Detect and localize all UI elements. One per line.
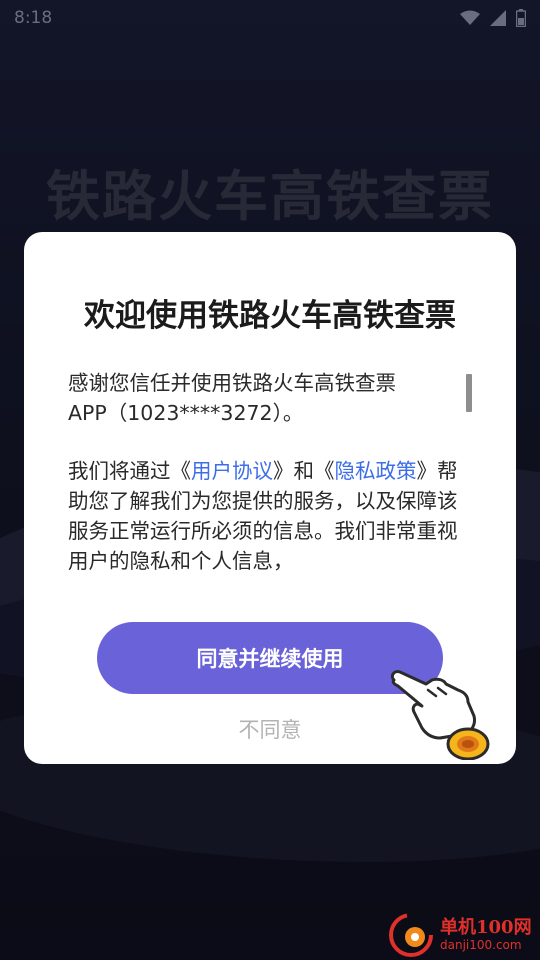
pointing-hand-icon [390, 670, 490, 760]
privacy-dialog: 欢迎使用铁路火车高铁查票 感谢您信任并使用铁路火车高铁查票 APP（1023**… [24, 232, 516, 764]
status-time: 8:18 [14, 8, 53, 28]
intro-paragraph: 感谢您信任并使用铁路火车高铁查票 APP（1023****3272）。 [68, 368, 460, 428]
policy-text-prefix: 我们将通过《 [68, 459, 191, 483]
watermark-logo-icon [389, 913, 433, 957]
watermark-title: 单机100网 [440, 917, 532, 938]
intro-line-2: APP（1023****3272）。 [68, 401, 304, 425]
policy-text-mid: 》和《 [273, 459, 335, 483]
watermark-url: danji100.com [440, 938, 522, 952]
dialog-title: 欢迎使用铁路火车高铁查票 [84, 298, 456, 334]
dialog-body[interactable]: 感谢您信任并使用铁路火车高铁查票 APP（1023****3272）。 我们将通… [68, 368, 460, 580]
privacy-policy-link[interactable]: 隐私政策 [335, 459, 417, 483]
battery-icon [516, 9, 526, 27]
scrollbar[interactable] [466, 374, 472, 412]
wifi-icon [460, 10, 480, 25]
site-watermark: 单机100网 danji100.com [388, 912, 538, 958]
signal-icon [490, 10, 506, 26]
status-bar: 8:18 [0, 0, 540, 36]
status-icons [460, 9, 526, 27]
user-agreement-link[interactable]: 用户协议 [191, 459, 273, 483]
intro-line-1: 感谢您信任并使用铁路火车高铁查票 [68, 371, 396, 395]
policy-paragraph: 我们将通过《用户协议》和《隐私政策》帮助您了解我们为您提供的服务，以及保障该服务… [68, 456, 460, 576]
